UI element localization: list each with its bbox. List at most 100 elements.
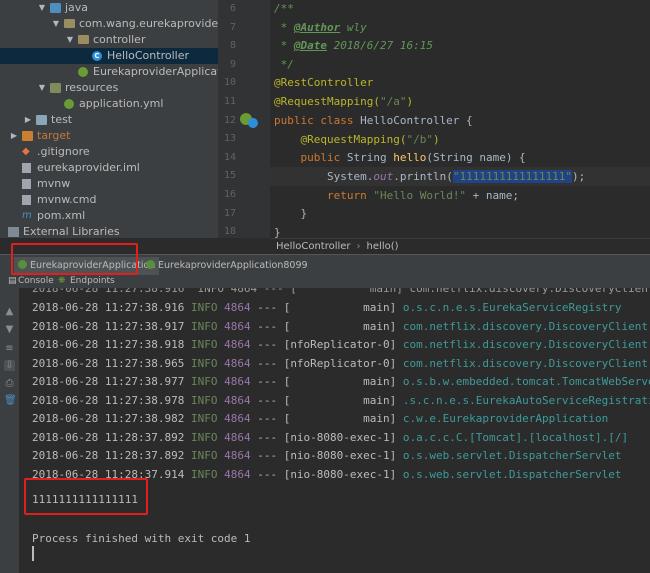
log-pid: 4864: [224, 301, 251, 314]
code-line-15: System.out.println("1111111111111111");: [274, 170, 586, 183]
log-line: 2018-06-28 11:27:38.965 INFO 4864 --- [n…: [32, 355, 650, 373]
tree-item[interactable]: ◆ .gitignore: [0, 144, 218, 160]
package-icon: [78, 35, 89, 44]
log-thread: --- [nio-8080-exec-1]: [250, 467, 403, 481]
code-line-17: }: [274, 207, 308, 220]
log-timestamp: 2018-06-28 11:27:38.978: [32, 393, 185, 407]
code-editor[interactable]: /** * @Author wly * @Date 2018/6/27 16:1…: [270, 0, 650, 239]
line-number: 17: [223, 207, 236, 219]
file-icon: [22, 195, 31, 205]
tree-item[interactable]: ▼ com.wang.eurekaprovider: [0, 16, 218, 32]
highlight-box-run-tab: [11, 243, 138, 275]
log-logger: o.s.b.w.embedded.tomcat.TomcatWebServer: [402, 375, 650, 388]
log-pid: 4864: [224, 412, 251, 425]
line-number: 8: [229, 40, 236, 52]
tree-item[interactable]: ▼ controller: [0, 32, 218, 48]
log-pid: 4864: [224, 319, 251, 333]
log-thread: --- [ main]: [250, 301, 403, 314]
tree-item-label: target: [37, 129, 71, 142]
log-line: 2018-06-28 11:28:37.892 INFO 4864 --- [n…: [32, 447, 650, 465]
tree-item[interactable]: ▼ resources: [0, 80, 218, 96]
code-line-16: return "Hello World!" + name;: [274, 189, 520, 202]
log-logger: com.netflix.discovery.DiscoveryClient: [402, 356, 648, 370]
line-number: 11: [223, 96, 236, 107]
log-pid: 4864: [224, 338, 251, 351]
log-level: INFO: [190, 467, 218, 481]
log-level: INFO: [190, 319, 218, 333]
log-line: 2018-06-28 11:27:38.918 INFO 4864 --- [n…: [32, 336, 650, 354]
log-logger: c.w.e.EurekaproviderApplication: [402, 412, 609, 425]
scroll-down-icon[interactable]: ▼: [4, 324, 15, 335]
tree-item[interactable]: ▶ target: [0, 128, 218, 144]
log-space: [184, 301, 191, 314]
tree-item[interactable]: C HelloController: [0, 48, 218, 64]
scroll-to-end-icon[interactable]: ⇩: [4, 360, 15, 371]
print-icon[interactable]: ⎙: [4, 378, 15, 389]
log-logger: o.s.web.servlet.DispatcherServlet: [402, 449, 622, 462]
tree-item[interactable]: ▶ test: [0, 112, 218, 128]
log-timestamp: 2018-06-28 11:28:37.892: [32, 430, 185, 444]
tab-endpoints[interactable]: Endpoints: [70, 275, 115, 288]
tree-item[interactable]: m pom.xml: [0, 208, 218, 224]
tree-item[interactable]: EurekaproviderApplication: [0, 64, 218, 80]
log-padding: [621, 449, 650, 462]
log-timestamp: 2018-06-28 11:28:37.892: [32, 449, 185, 462]
log-thread: --- [nfoReplicator-0]: [250, 338, 403, 351]
tree-item[interactable]: External Libraries: [0, 224, 218, 238]
line-number: 14: [223, 151, 236, 163]
spring-class-icon: [78, 67, 88, 77]
expand-arrow-icon[interactable]: ▼: [66, 32, 74, 48]
tree-item[interactable]: application.yml: [0, 96, 218, 112]
log-line: 2018-06-28 11:27:38.978 INFO 4864 --- [ …: [32, 392, 650, 410]
maven-icon: m: [22, 210, 32, 221]
log-level: INFO: [190, 430, 218, 444]
tree-item-label: .gitignore: [37, 145, 90, 158]
tree-item[interactable]: mvnw.cmd: [0, 192, 218, 208]
log-level: INFO: [190, 375, 218, 388]
tab-console[interactable]: Console: [18, 275, 54, 288]
tree-item-label: controller: [93, 33, 146, 46]
expand-arrow-icon[interactable]: ▼: [38, 0, 46, 16]
log-thread: --- [nio-8080-exec-1]: [250, 449, 403, 462]
expand-arrow-icon[interactable]: ▼: [52, 16, 60, 32]
tree-item-label: External Libraries: [23, 225, 120, 238]
line-number: 10: [223, 77, 236, 89]
run-tab-eurekaprovider8099[interactable]: EurekaproviderApplication8099: [146, 257, 308, 275]
log-logger: o.s.web.servlet.DispatcherServlet: [402, 467, 622, 481]
log-space: [184, 375, 191, 388]
tree-item[interactable]: mvnw: [0, 176, 218, 192]
tree-item[interactable]: eurekaprovider.iml: [0, 160, 218, 176]
scroll-up-icon[interactable]: ▲: [4, 306, 15, 317]
code-line-11: @RequestMapping("/a"): [274, 95, 414, 108]
breadcrumb-method[interactable]: hello(): [367, 241, 399, 252]
log-line: 2018-06-28 11:27:38.916 INFO 4864 --- [ …: [32, 299, 650, 317]
collapse-arrow-icon[interactable]: ▶: [10, 128, 18, 144]
log-pid: 4864: [224, 430, 251, 444]
console-output[interactable]: 2018-06-28 11:27:38.916 INFO 4864 --- [ …: [20, 288, 650, 573]
log-logger: com.netflix.discovery.DiscoveryClient: [402, 338, 648, 351]
log-timestamp: 2018-06-28 11:27:38.977: [32, 375, 185, 388]
editor-gutter: 6 7 8 9 10 11 12 13 14 15 16 17 18: [218, 0, 270, 238]
log-pid: 4864: [224, 375, 251, 388]
git-icon: ◆: [22, 146, 30, 157]
expand-arrow-icon[interactable]: ▼: [38, 80, 46, 96]
log-space: [184, 412, 191, 425]
log-level: INFO: [190, 449, 218, 462]
log-pid: 4864: [224, 393, 251, 407]
clear-all-icon[interactable]: 🗑: [4, 395, 17, 406]
soft-wrap-icon[interactable]: ≡: [4, 343, 15, 354]
log-thread: --- [ main]: [250, 412, 403, 425]
line-number: 18: [223, 226, 236, 238]
code-line-13: @RequestMapping("/b"): [274, 133, 440, 146]
project-tree: ▼ java ▼ com.wang.eurekaprovider ▼ controller…: [0, 0, 218, 238]
collapse-arrow-icon[interactable]: ▶: [24, 112, 32, 128]
log-line: 2018-06-28 11:27:38.982 INFO 4864 --- [ …: [32, 410, 650, 428]
package-icon: [64, 19, 75, 28]
run-gutter-icon[interactable]: [248, 118, 258, 128]
tree-item-label: pom.xml: [37, 209, 86, 222]
breadcrumb-class[interactable]: HelloController: [276, 241, 351, 252]
breadcrumb-separator: ›: [356, 241, 361, 252]
log-space: [184, 449, 191, 462]
tree-item[interactable]: ▼ java: [0, 0, 218, 16]
file-icon: [22, 179, 31, 189]
